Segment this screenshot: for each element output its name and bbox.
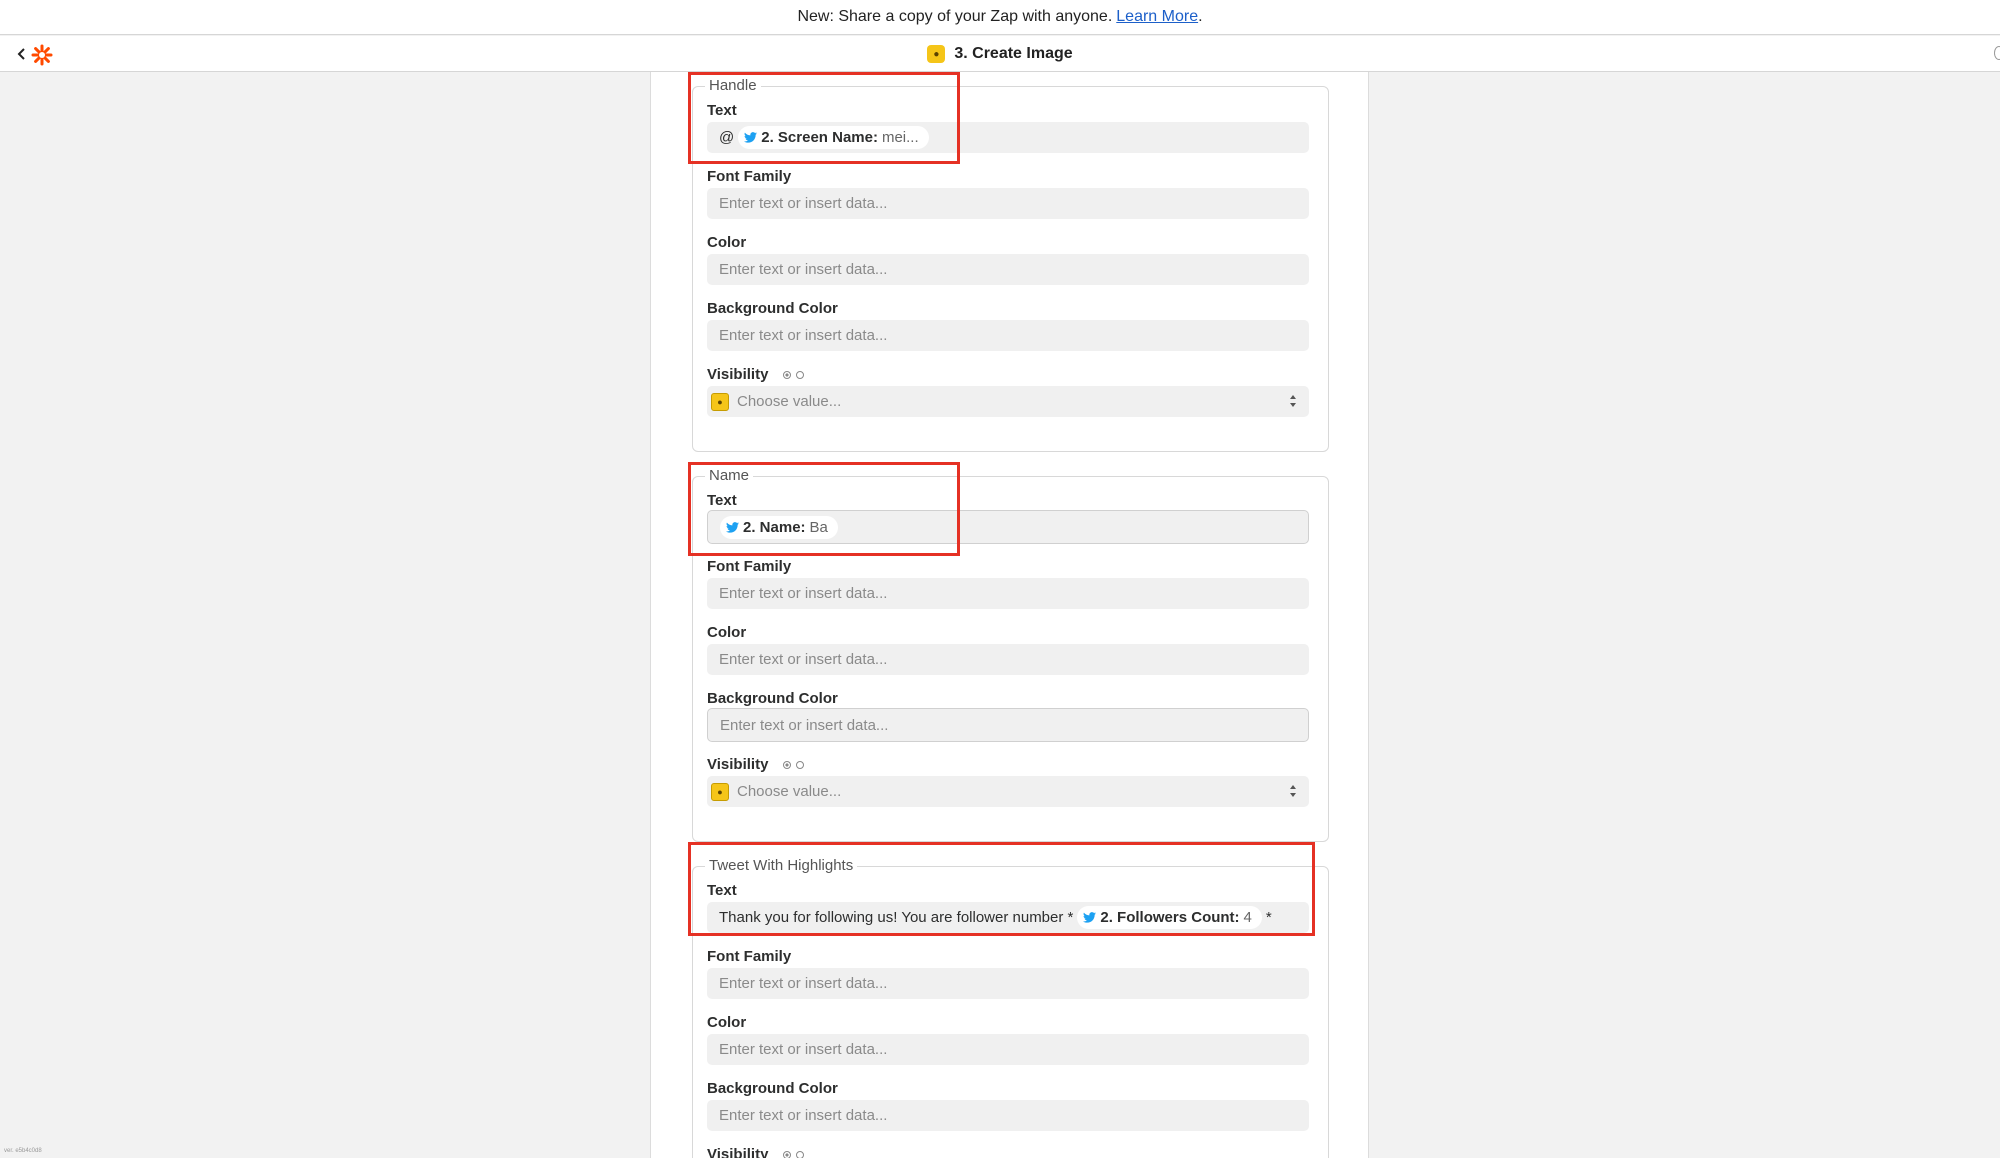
radio-icon[interactable] [795, 761, 804, 770]
version-text: ver. e5b4c0d8 [4, 1148, 42, 1154]
background-color-label: Background Color [707, 690, 838, 707]
banner-end: . [1198, 8, 1203, 25]
highlight-box [688, 842, 1315, 936]
visibility-label-text: Visibility [707, 756, 769, 773]
background-color-input[interactable]: Enter text or insert data... [707, 708, 1309, 742]
background-color-input[interactable]: Enter text or insert data... [707, 320, 1309, 351]
updown-arrows-icon [1290, 785, 1296, 797]
highlight-box [688, 72, 960, 164]
banner-text: New: Share a copy of your Zap with anyon… [797, 8, 1113, 25]
color-label: Color [707, 624, 747, 641]
app-icon: ● [711, 782, 729, 801]
background-color-input[interactable]: Enter text or insert data... [707, 1100, 1309, 1131]
step-config-panel: Handle Text @ 2. Screen Name: mei... Fon… [650, 72, 1369, 1158]
updown-arrows-icon [1290, 395, 1296, 407]
background-color-label: Background Color [707, 1080, 838, 1097]
font-family-label: Font Family [707, 168, 792, 185]
visibility-label: Visibility [707, 366, 809, 383]
app-icon: ● [927, 45, 946, 63]
visibility-label: Visibility [707, 756, 809, 773]
visibility-label: Visibility [707, 1146, 809, 1158]
select-placeholder: Choose value... [737, 783, 842, 800]
editor-header: ● 3. Create Image [0, 36, 2000, 72]
partial-icon [1994, 46, 2000, 60]
radio-icon[interactable] [795, 371, 804, 380]
radio-icon[interactable] [782, 371, 791, 380]
font-family-label: Font Family [707, 948, 792, 965]
font-family-input[interactable]: Enter text or insert data... [707, 968, 1309, 999]
color-label: Color [707, 1014, 747, 1031]
font-family-input[interactable]: Enter text or insert data... [707, 578, 1309, 609]
visibility-radios[interactable] [782, 761, 809, 770]
highlight-box [688, 462, 960, 556]
visibility-radios[interactable] [782, 371, 809, 380]
font-family-label: Font Family [707, 558, 792, 575]
visibility-radios[interactable] [782, 1151, 809, 1158]
visibility-label-text: Visibility [707, 1146, 769, 1158]
radio-icon[interactable] [795, 1151, 804, 1158]
radio-icon[interactable] [782, 761, 791, 770]
step-title: ● 3. Create Image [0, 36, 2000, 72]
visibility-label-text: Visibility [707, 366, 769, 383]
select-placeholder: Choose value... [737, 393, 842, 410]
font-family-input[interactable]: Enter text or insert data... [707, 188, 1309, 219]
app-icon: ● [711, 392, 729, 411]
radio-icon[interactable] [782, 1151, 791, 1158]
visibility-select[interactable]: ● Choose value... [707, 776, 1309, 807]
color-label: Color [707, 234, 747, 251]
color-input[interactable]: Enter text or insert data... [707, 254, 1309, 285]
background-color-label: Background Color [707, 300, 838, 317]
notice-banner: New: Share a copy of your Zap with anyon… [0, 0, 2000, 35]
color-input[interactable]: Enter text or insert data... [707, 644, 1309, 675]
color-input[interactable]: Enter text or insert data... [707, 1034, 1309, 1065]
learn-more-link[interactable]: Learn More [1116, 8, 1198, 26]
step-title-text: 3. Create Image [954, 45, 1073, 62]
visibility-select[interactable]: ● Choose value... [707, 386, 1309, 417]
